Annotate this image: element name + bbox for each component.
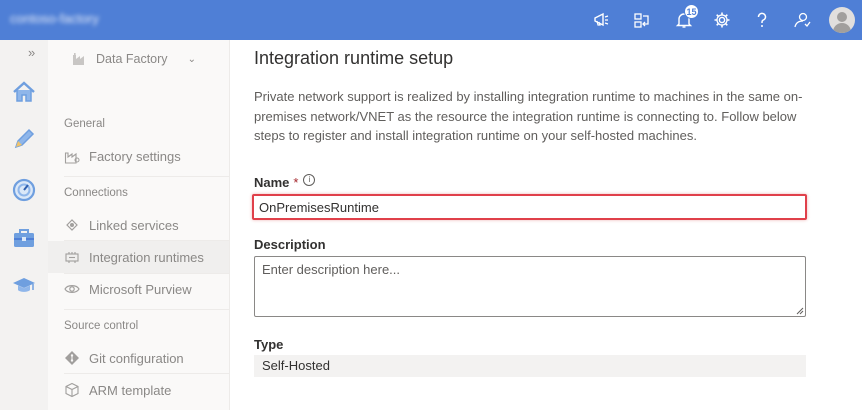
nav-item-integration-runtimes[interactable]: Integration runtimes	[48, 241, 229, 273]
chevron-down-icon: ⌄	[187, 53, 196, 65]
notification-count-badge: 15	[684, 4, 699, 19]
resize-grip-icon[interactable]	[796, 307, 804, 315]
linked-services-icon	[66, 219, 78, 231]
learning-center-icon[interactable]	[10, 272, 38, 300]
section-source-control: Source control	[64, 320, 139, 332]
nav-item-factory-settings[interactable]: Factory settings	[48, 140, 229, 172]
avatar[interactable]	[829, 7, 855, 33]
description-textarea[interactable]	[254, 256, 806, 317]
megaphone-icon[interactable]	[590, 8, 614, 32]
nav-item-label: Integration runtimes	[89, 249, 204, 265]
nav-item-git-configuration[interactable]: Git configuration	[48, 342, 229, 374]
nav-item-microsoft-purview[interactable]: Microsoft Purview	[48, 273, 229, 305]
avatar-body	[833, 23, 851, 33]
factory-settings-icon	[64, 152, 80, 164]
name-input[interactable]	[257, 198, 802, 216]
type-label: Type	[254, 337, 284, 352]
author-pencil-icon[interactable]	[10, 125, 38, 153]
purview-eye-icon	[64, 285, 80, 293]
nav-item-arm-template[interactable]: ARM template	[48, 374, 229, 406]
name-label: Name	[254, 175, 290, 190]
bell-icon[interactable]: 15	[672, 4, 699, 32]
name-label-row: Name * i	[254, 173, 316, 190]
nav-item-label: Linked services	[89, 217, 179, 233]
nav-divider	[64, 176, 229, 177]
nav-divider	[64, 309, 229, 310]
factory-label: Data Factory	[96, 52, 168, 66]
help-icon[interactable]	[750, 8, 774, 32]
feedback-icon[interactable]	[790, 8, 814, 32]
nav-item-label: Microsoft Purview	[89, 281, 192, 297]
info-icon[interactable]: i	[303, 173, 316, 186]
description-label: Description	[254, 237, 326, 252]
gear-icon[interactable]	[710, 8, 734, 32]
home-icon[interactable]	[10, 78, 38, 106]
monitor-gauge-icon[interactable]	[10, 176, 38, 204]
avatar-head	[837, 12, 847, 22]
switch-directory-icon[interactable]	[630, 8, 654, 32]
type-value: Self-Hosted	[254, 355, 806, 377]
nav-item-label: ARM template	[89, 382, 172, 398]
factory-selector[interactable]: Data Factory ⌄	[72, 50, 196, 68]
nav-item-linked-services[interactable]: Linked services	[48, 209, 229, 241]
section-general: General	[64, 118, 105, 130]
section-connections: Connections	[64, 187, 128, 199]
brand-name: contoso-factory	[10, 11, 99, 26]
panel-description: Private network support is realized by i…	[254, 89, 803, 143]
factory-icon	[73, 53, 84, 65]
integration-runtimes-icon	[65, 252, 79, 263]
required-asterisk: *	[293, 175, 299, 190]
collapse-nav-icon[interactable]: »	[28, 45, 35, 60]
panel-title: Integration runtime setup	[254, 48, 454, 68]
top-bar: contoso-factory 15	[0, 0, 862, 40]
git-icon	[65, 351, 79, 365]
manage-toolbox-icon[interactable]	[10, 224, 38, 252]
arm-template-icon	[65, 382, 79, 398]
nav-item-label: Factory settings	[89, 148, 181, 164]
nav-item-label: Git configuration	[89, 350, 184, 366]
